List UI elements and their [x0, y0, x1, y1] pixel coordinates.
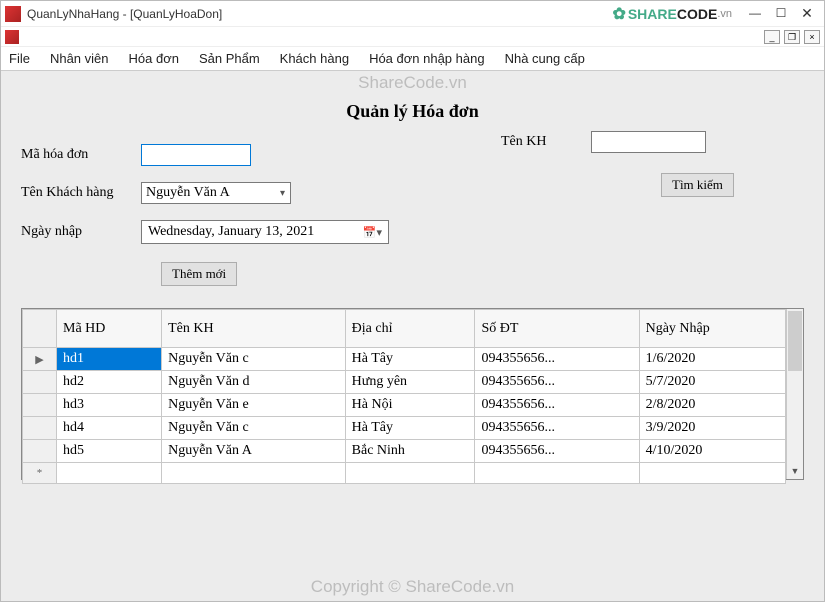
search-button[interactable]: Tìm kiếm — [661, 173, 734, 197]
datagrid[interactable]: Mã HD Tên KH Địa chỉ Số ĐT Ngày Nhập ▶hd… — [21, 308, 804, 480]
label-mahd: Mã hóa đơn — [21, 147, 141, 163]
table-new-row[interactable]: * — [23, 463, 786, 484]
col-ngaynhap[interactable]: Ngày Nhập — [639, 310, 785, 348]
row-indicator: ▶ — [23, 348, 57, 371]
row-indicator — [23, 440, 57, 463]
table-row[interactable]: hd3Nguyễn Văn eHà Nội094355656...2/8/202… — [23, 394, 786, 417]
logo-icon: ✿ — [612, 4, 625, 24]
cell-tenkh[interactable]: Nguyễn Văn c — [162, 417, 346, 440]
row-indicator — [23, 371, 57, 394]
cell-empty[interactable] — [475, 463, 639, 484]
cell-sodt[interactable]: 094355656... — [475, 440, 639, 463]
cell-diachi[interactable]: Hà Tây — [345, 417, 475, 440]
page-title: Quản lý Hóa đơn — [21, 101, 804, 122]
menubar: File Nhân viên Hóa đơn Sản Phẩm Khách hà… — [1, 47, 824, 71]
chevron-down-icon: ▾ — [275, 188, 290, 199]
cell-tenkh[interactable]: Nguyễn Văn c — [162, 348, 346, 371]
input-tenkh-search[interactable] — [591, 131, 706, 153]
window-title: QuanLyNhaHang - [QuanLyHoaDon] — [27, 7, 222, 21]
cell-empty[interactable] — [639, 463, 785, 484]
close-button[interactable]: ✕ — [794, 4, 820, 24]
row-indicator: * — [23, 463, 57, 484]
scroll-down-icon[interactable]: ▼ — [787, 464, 803, 479]
menu-nhanvien[interactable]: Nhân viên — [48, 49, 111, 68]
cell-ngay[interactable]: 4/10/2020 — [639, 440, 785, 463]
label-tenkh-search: Tên KH — [501, 134, 591, 150]
label-tenkh-combo: Tên Khách hàng — [21, 185, 141, 201]
cell-sodt[interactable]: 094355656... — [475, 417, 639, 440]
cell-sodt[interactable]: 094355656... — [475, 394, 639, 417]
datepicker-ngaynhap[interactable]: Wednesday, January 13, 2021 📅▾ — [141, 220, 389, 244]
table-row[interactable]: ▶hd1Nguyễn Văn cHà Tây094355656...1/6/20… — [23, 348, 786, 371]
cell-diachi[interactable]: Hà Tây — [345, 348, 475, 371]
mdi-restore-button[interactable]: ❐ — [784, 30, 800, 44]
row-indicator — [23, 417, 57, 440]
minimize-button[interactable]: — — [742, 4, 768, 24]
cell-empty[interactable] — [57, 463, 162, 484]
cell-sodt[interactable]: 094355656... — [475, 348, 639, 371]
cell-mahd[interactable]: hd5 — [57, 440, 162, 463]
cell-ngay[interactable]: 2/8/2020 — [639, 394, 785, 417]
mdi-titlebar: _ ❐ × — [1, 27, 824, 47]
col-diachi[interactable]: Địa chỉ — [345, 310, 475, 348]
label-ngaynhap: Ngày nhập — [21, 224, 141, 240]
cell-mahd[interactable]: hd4 — [57, 417, 162, 440]
cell-ngay[interactable]: 1/6/2020 — [639, 348, 785, 371]
cell-mahd[interactable]: hd3 — [57, 394, 162, 417]
cell-tenkh[interactable]: Nguyễn Văn d — [162, 371, 346, 394]
titlebar: QuanLyNhaHang - [QuanLyHoaDon] ✿ SHARECO… — [1, 1, 824, 27]
menu-sanpham[interactable]: Sản Phẩm — [197, 49, 262, 68]
cell-tenkh[interactable]: Nguyễn Văn e — [162, 394, 346, 417]
cell-diachi[interactable]: Hưng yên — [345, 371, 475, 394]
grid-scrollbar[interactable]: ▲ ▼ — [786, 309, 803, 479]
combo-tenkh[interactable]: Nguyễn Văn A ▾ — [141, 182, 291, 204]
child-app-icon — [5, 30, 19, 44]
table-row[interactable]: hd5Nguyễn Văn ABắc Ninh094355656...4/10/… — [23, 440, 786, 463]
menu-khachhang[interactable]: Khách hàng — [278, 49, 351, 68]
content-area: ShareCode.vn Quản lý Hóa đơn Mã hóa đơn … — [1, 71, 824, 601]
input-mahd[interactable] — [141, 144, 251, 166]
row-indicator — [23, 394, 57, 417]
cell-empty[interactable] — [162, 463, 346, 484]
table-row[interactable]: hd4Nguyễn Văn cHà Tây094355656...3/9/202… — [23, 417, 786, 440]
mdi-close-button[interactable]: × — [804, 30, 820, 44]
col-tenkh[interactable]: Tên KH — [162, 310, 346, 348]
table-row[interactable]: hd2Nguyễn Văn dHưng yên094355656...5/7/2… — [23, 371, 786, 394]
add-button[interactable]: Thêm mới — [161, 262, 237, 286]
menu-hoadon[interactable]: Hóa đơn — [127, 49, 181, 68]
cell-tenkh[interactable]: Nguyễn Văn A — [162, 440, 346, 463]
datepicker-value: Wednesday, January 13, 2021 — [148, 224, 314, 240]
cell-diachi[interactable]: Bắc Ninh — [345, 440, 475, 463]
scroll-thumb[interactable] — [788, 311, 802, 371]
combo-tenkh-value: Nguyễn Văn A — [146, 185, 230, 201]
col-mahd[interactable]: Mã HD — [57, 310, 162, 348]
grid-corner — [23, 310, 57, 348]
cell-sodt[interactable]: 094355656... — [475, 371, 639, 394]
watermark-bottom: Copyright © ShareCode.vn — [311, 577, 514, 597]
col-sodt[interactable]: Số ĐT — [475, 310, 639, 348]
cell-ngay[interactable]: 5/7/2020 — [639, 371, 785, 394]
mdi-minimize-button[interactable]: _ — [764, 30, 780, 44]
menu-file[interactable]: File — [7, 49, 32, 68]
cell-mahd[interactable]: hd1 — [57, 348, 162, 371]
menu-hoadonnhap[interactable]: Hóa đơn nhập hàng — [367, 49, 487, 68]
app-icon — [5, 6, 21, 22]
sharecode-logo: ✿ SHARECODE.vn — [612, 4, 732, 24]
cell-ngay[interactable]: 3/9/2020 — [639, 417, 785, 440]
cell-empty[interactable] — [345, 463, 475, 484]
cell-mahd[interactable]: hd2 — [57, 371, 162, 394]
menu-nhacungcap[interactable]: Nhà cung cấp — [503, 49, 587, 68]
cell-diachi[interactable]: Hà Nội — [345, 394, 475, 417]
calendar-icon: 📅▾ — [363, 226, 382, 239]
maximize-button[interactable]: ☐ — [768, 4, 794, 24]
